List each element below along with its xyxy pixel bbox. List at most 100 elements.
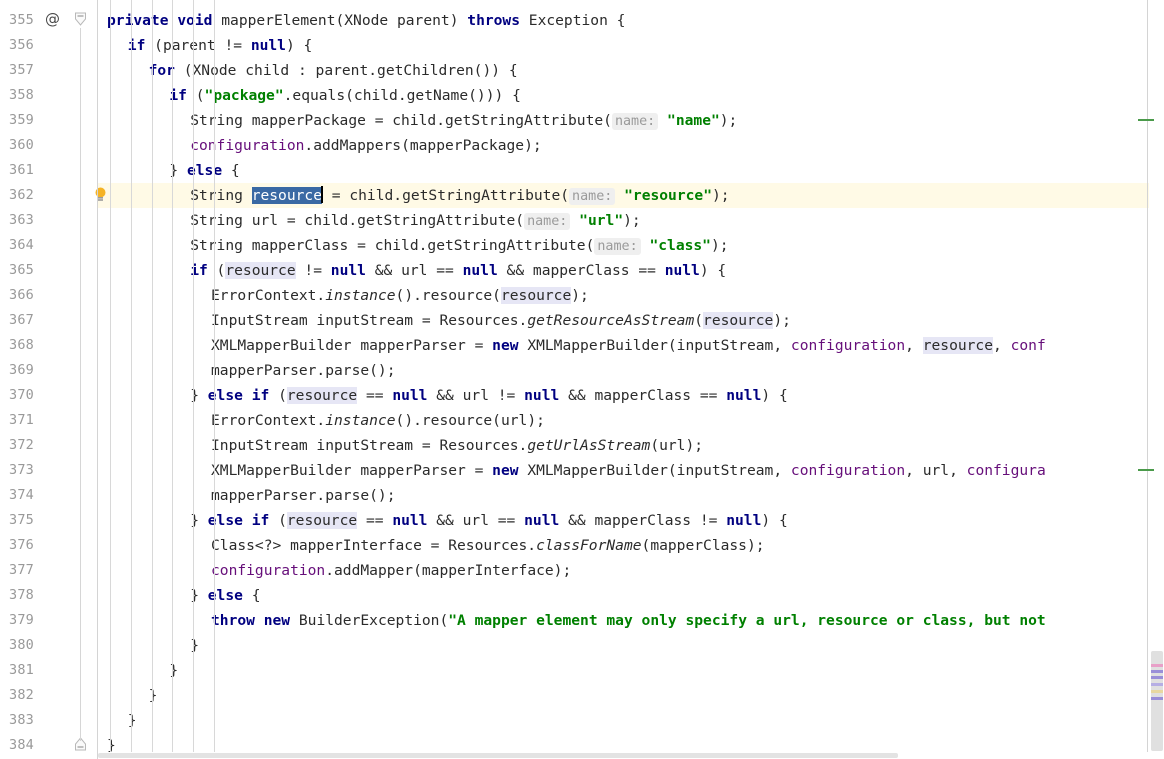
code-line[interactable]: } else if (resource == null && url != nu… [98,383,1148,408]
line-number[interactable]: 364 [0,233,34,258]
line-number[interactable]: 378 [0,583,34,608]
line-number[interactable]: 369 [0,358,34,383]
code-token: (XNode child : parent.getChildren()) { [174,62,518,79]
override-marker-icon[interactable]: @ [44,11,61,28]
line-number[interactable]: 360 [0,133,34,158]
code-token: "class" [649,237,711,254]
code-line[interactable]: mapperParser.parse(); [98,483,1148,508]
code-token: { [242,587,261,604]
line-number[interactable]: 384 [0,733,34,758]
code-line[interactable]: } [98,683,1148,708]
code-line[interactable]: } [98,708,1148,733]
line-number[interactable]: 376 [0,533,34,558]
code-token: String url = child.getStringAttribute( [190,212,525,229]
vcs-change-marker[interactable] [1138,469,1154,471]
line-number[interactable]: 377 [0,558,34,583]
horizontal-scrollbar-thumb[interactable] [98,753,898,758]
code-token: XMLMapperBuilder mapperParser = [211,337,493,354]
code-token: configuration [211,562,326,579]
code-line[interactable]: Class<?> mapperInterface = Resources.cla… [98,533,1148,558]
code-line[interactable]: InputStream inputStream = Resources.getR… [98,308,1148,333]
line-number[interactable]: 363 [0,208,34,233]
code-token: null [330,262,366,279]
parameter-hint: name: [594,238,641,255]
fold-collapse-arrow-icon[interactable] [73,11,88,28]
code-token: ); [710,237,729,254]
code-line[interactable]: configuration.addMapper(mapperInterface)… [98,558,1148,583]
code-line[interactable]: if ("package".equals(child.getName())) { [98,83,1148,108]
code-line[interactable]: throw new BuilderException("A mapper ele… [98,608,1148,633]
code-line[interactable]: } else { [98,583,1148,608]
code-line[interactable]: ErrorContext.instance().resource(resourc… [98,283,1148,308]
code-token: throw [211,612,255,629]
line-number[interactable]: 379 [0,608,34,633]
line-number[interactable]: 382 [0,683,34,708]
line-number[interactable]: 362 [0,183,34,208]
line-number[interactable]: 357 [0,58,34,83]
code-line[interactable]: String url = child.getStringAttribute(na… [98,208,1148,233]
code-token: && url == [365,262,463,279]
code-line[interactable]: configuration.addMappers(mapperPackage); [98,133,1148,158]
code-token: configura [966,462,1046,479]
code-token: private [107,12,169,29]
code-token: XMLMapperBuilder(inputStream, [518,462,791,479]
code-line[interactable]: ErrorContext.instance().resource(url); [98,408,1148,433]
line-number[interactable]: 374 [0,483,34,508]
code-line[interactable]: InputStream inputStream = Resources.getU… [98,433,1148,458]
line-number[interactable]: 373 [0,458,34,483]
scrollbar-marker [1151,690,1163,693]
vertical-scrollbar-track[interactable] [1149,0,1164,752]
line-number[interactable]: 383 [0,708,34,733]
code-line[interactable]: mapperParser.parse(); [98,358,1148,383]
usage-highlight: resource [703,312,774,329]
line-number[interactable]: 365 [0,258,34,283]
code-token: ( [186,87,205,104]
line-number[interactable]: 359 [0,108,34,133]
line-number[interactable]: 361 [0,158,34,183]
code-line[interactable]: for (XNode child : parent.getChildren())… [98,58,1148,83]
code-token: ) { [699,262,727,279]
code-line[interactable]: if (parent != null) { [98,33,1148,58]
line-number[interactable]: 356 [0,33,34,58]
vcs-change-marker[interactable] [1138,119,1154,121]
code-line[interactable]: if (resource != null && url == null && m… [98,258,1148,283]
code-content[interactable]: private void mapperElement(XNode parent)… [98,0,1148,752]
code-line[interactable]: XMLMapperBuilder mapperParser = new XMLM… [98,333,1148,358]
code-token: if [251,512,270,529]
code-line[interactable]: } else if (resource == null && url == nu… [98,508,1148,533]
code-line[interactable]: } [98,733,1148,752]
line-number[interactable]: 380 [0,633,34,658]
scrollbar-marker [1151,697,1163,700]
line-number[interactable]: 355 [0,8,34,33]
code-token: void [177,12,213,29]
code-token: != [295,262,331,279]
code-token: ); [712,187,730,204]
code-token: String mapperClass = child.getStringAttr… [190,237,595,254]
code-token: (url); [650,437,704,454]
line-number[interactable]: 375 [0,508,34,533]
line-number[interactable]: 372 [0,433,34,458]
line-number[interactable]: 366 [0,283,34,308]
code-token: new [263,612,291,629]
line-number[interactable]: 371 [0,408,34,433]
code-line[interactable]: String mapperClass = child.getStringAttr… [98,233,1148,258]
code-line[interactable]: String mapperPackage = child.getStringAt… [98,108,1148,133]
code-line[interactable]: XMLMapperBuilder mapperParser = new XMLM… [98,458,1148,483]
usage-highlight: resource [922,337,994,354]
line-number[interactable]: 370 [0,383,34,408]
line-number[interactable]: 368 [0,333,34,358]
code-line[interactable]: String resource = child.getStringAttribu… [98,183,1148,208]
editor-gutter[interactable]: 355 356 357 358 359 360 361 362 363 364 365 366 367 3… [0,0,106,759]
code-token: null [726,387,762,404]
code-line[interactable]: } [98,633,1148,658]
line-number[interactable]: 367 [0,308,34,333]
code-line[interactable]: } [98,658,1148,683]
code-token: null [462,262,498,279]
code-editor[interactable]: 355 356 357 358 359 360 361 362 363 364 365 366 367 3… [0,0,1164,759]
code-line[interactable]: private void mapperElement(XNode parent)… [98,8,1148,33]
line-number[interactable]: 381 [0,658,34,683]
code-token: { [222,162,240,179]
line-number[interactable]: 358 [0,83,34,108]
code-line[interactable]: } else { [98,158,1148,183]
code-token: ); [773,312,791,329]
